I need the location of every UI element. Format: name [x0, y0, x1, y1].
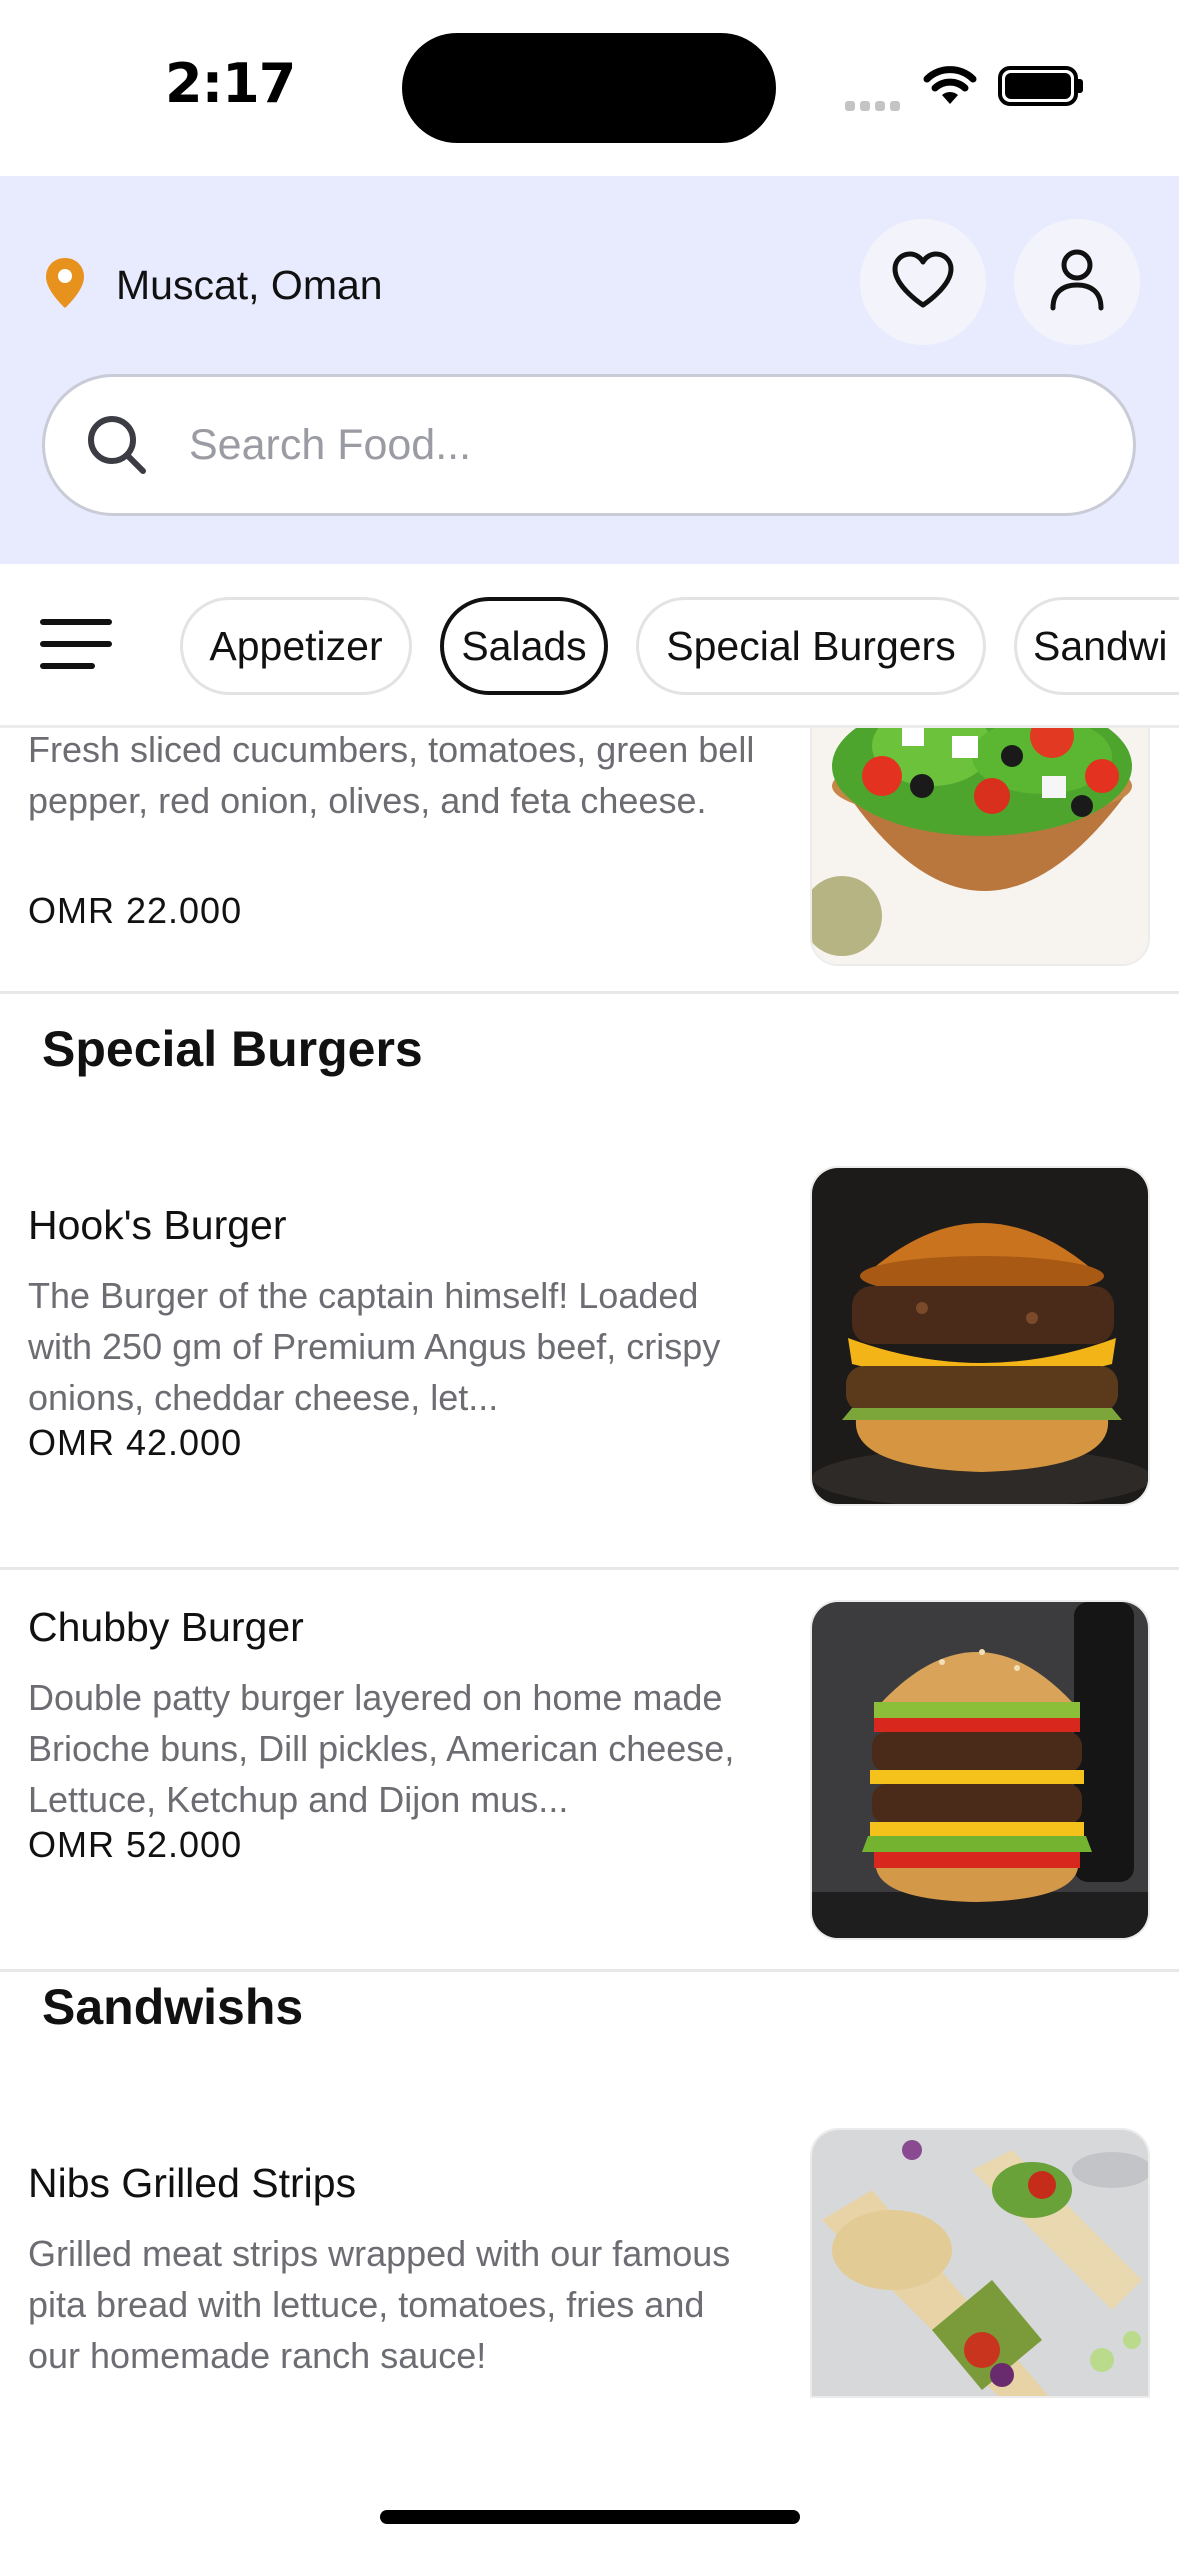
- section-title-special-burgers: Special Burgers: [42, 1021, 423, 1077]
- item-name: Hook's Burger: [28, 1202, 287, 1248]
- battery-tip: [1078, 79, 1083, 93]
- category-chip-sandwishs[interactable]: Sandwi: [1014, 597, 1179, 695]
- category-bar: Appetizer Salads Special Burgers Sandwi: [0, 564, 1179, 728]
- favorites-button[interactable]: [860, 219, 986, 345]
- item-name: Nibs Grilled Strips: [28, 2160, 357, 2206]
- battery-icon: [998, 66, 1078, 106]
- profile-button[interactable]: [1014, 219, 1140, 345]
- menu-item-nibs-grilled-strips[interactable]: Nibs Grilled Strips Grilled meat strips …: [0, 2128, 1179, 2398]
- chubby-burger-image: [810, 1600, 1150, 1940]
- section-title-sandwishs: Sandwishs: [42, 1979, 304, 2035]
- cellular-signal-icon: [845, 96, 905, 111]
- item-price: OMR 52.000: [28, 1824, 243, 1865]
- salad-image: [810, 728, 1150, 966]
- user-icon: [1049, 248, 1105, 316]
- search-input[interactable]: [189, 420, 1049, 470]
- status-bar: 2:17: [0, 0, 1179, 176]
- menu-item-chubby-burger[interactable]: Chubby Burger Double patty burger layere…: [0, 1570, 1179, 1972]
- heart-icon: [891, 251, 955, 313]
- location-label: Muscat, Oman: [116, 261, 383, 308]
- hooks-burger-image: [810, 1166, 1150, 1506]
- location-pin-icon: [44, 256, 86, 314]
- search-bar[interactable]: [42, 374, 1136, 516]
- item-name: Chubby Burger: [28, 1604, 304, 1650]
- grilled-strips-image: [810, 2128, 1150, 2398]
- item-price: OMR 42.000: [28, 1422, 243, 1463]
- menu-item-salad[interactable]: Fresh sliced cucumbers, tomatoes, green …: [0, 728, 1179, 994]
- location-selector[interactable]: Muscat, Oman: [44, 256, 383, 314]
- category-chip-special-burgers[interactable]: Special Burgers: [636, 597, 986, 695]
- menu-item-hooks-burger[interactable]: Hook's Burger The Burger of the captain …: [0, 1166, 1179, 1570]
- category-chip-appetizer[interactable]: Appetizer: [180, 597, 412, 695]
- item-description: Fresh sliced cucumbers, tomatoes, green …: [28, 729, 755, 821]
- item-description: Grilled meat strips wrapped with our fam…: [28, 2233, 731, 2376]
- item-price: OMR 22.000: [28, 890, 243, 931]
- item-description: The Burger of the captain himself! Loade…: [28, 1275, 721, 1418]
- search-icon: [85, 413, 149, 477]
- category-chip-salads[interactable]: Salads: [440, 597, 608, 695]
- home-indicator[interactable]: [380, 2510, 800, 2524]
- header: Muscat, Oman: [0, 176, 1179, 564]
- status-time: 2:17: [165, 52, 296, 115]
- wifi-icon: [922, 64, 978, 112]
- menu-list: Fresh sliced cucumbers, tomatoes, green …: [0, 728, 1179, 2398]
- dynamic-island: [402, 33, 776, 143]
- hamburger-menu-icon[interactable]: [40, 614, 112, 678]
- item-description: Double patty burger layered on home made…: [28, 1677, 735, 1820]
